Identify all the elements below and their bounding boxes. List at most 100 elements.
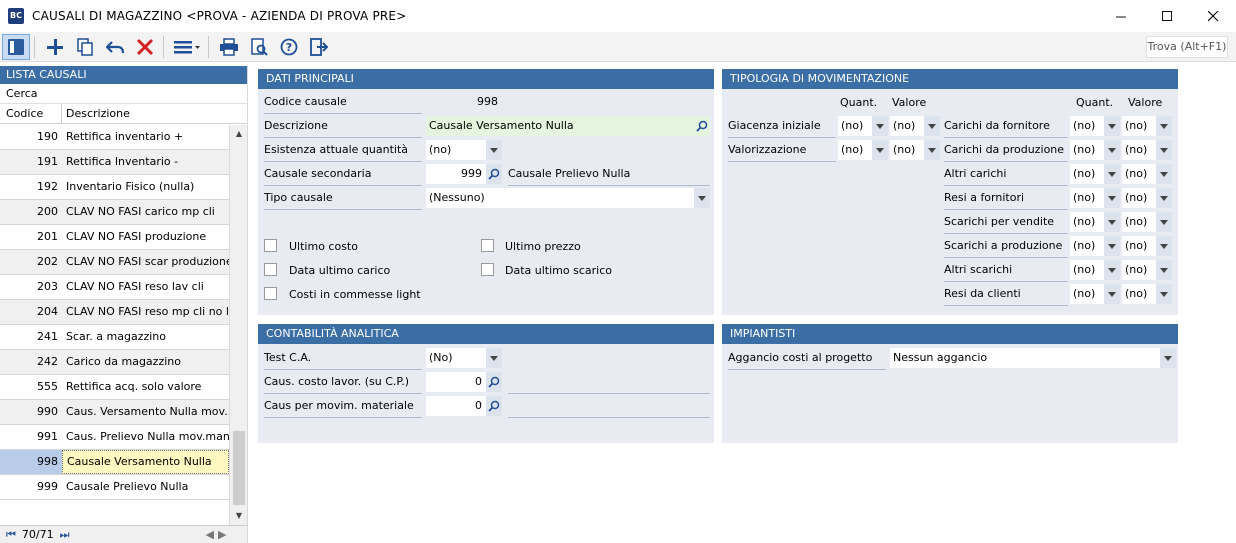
scroll-down-icon[interactable]: ▼ [230,507,248,525]
exit-button[interactable] [305,34,333,60]
tipo-causale-select[interactable]: (Nessuno) [426,188,694,208]
list-item[interactable]: 242 Carico da magazzino [0,350,229,375]
quant-select[interactable]: (no) [838,140,872,160]
caus-movim-search-button[interactable] [486,396,502,416]
esistenza-dropdown-icon[interactable] [486,140,502,160]
valore-dropdown-icon[interactable] [1156,164,1172,184]
list-item[interactable]: 192 Inventario Fisico (nulla) [0,175,229,200]
column-header-code[interactable]: Codice [0,104,62,123]
valore-select[interactable]: (no) [1122,212,1156,232]
minimize-button[interactable] [1098,0,1144,32]
valore-select[interactable]: (no) [1122,284,1156,304]
causale-secondaria-code-field[interactable]: 999 [426,164,486,184]
first-record-icon[interactable]: ⏮ [6,528,16,542]
valore-select[interactable]: (no) [1122,164,1156,184]
ultimo-costo-checkbox[interactable] [264,239,277,252]
costi-commesse-checkbox[interactable] [264,287,277,300]
aggancio-select[interactable]: Nessun aggancio [890,348,1160,368]
esistenza-select[interactable]: (no) [426,140,486,160]
menu-button[interactable] [170,34,204,60]
list-item[interactable]: 201 CLAV NO FASI produzione [0,225,229,250]
toggle-list-button[interactable] [2,33,30,60]
quant-dropdown-icon[interactable] [1104,236,1120,256]
duplicate-button[interactable] [71,34,99,60]
valore-select[interactable]: (no) [890,140,924,160]
caus-costo-field[interactable]: 0 [426,372,486,392]
list-item[interactable]: 191 Rettifica Inventario - [0,150,229,175]
quant-select[interactable]: (no) [1070,284,1104,304]
list-item[interactable]: 555 Rettifica acq. solo valore [0,375,229,400]
scroll-thumb[interactable] [233,431,245,505]
list-scrollbar[interactable]: ▲ ▼ [229,125,247,525]
list-item[interactable]: 998 Causale Versamento Nulla [0,450,229,475]
test-ca-select[interactable]: (No) [426,348,486,368]
caus-movim-field[interactable]: 0 [426,396,486,416]
quant-dropdown-icon[interactable] [872,116,888,136]
valore-dropdown-icon[interactable] [924,140,940,160]
quant-dropdown-icon[interactable] [1104,164,1120,184]
scroll-up-icon[interactable]: ▲ [230,125,248,143]
list-item[interactable]: 204 CLAV NO FASI reso mp cli no la [0,300,229,325]
list-item[interactable]: 241 Scar. a magazzino [0,325,229,350]
causale-secondaria-search-button[interactable] [486,164,502,184]
valore-dropdown-icon[interactable] [924,116,940,136]
valore-select[interactable]: (no) [1122,188,1156,208]
valore-select[interactable]: (no) [1122,236,1156,256]
new-button[interactable] [41,34,69,60]
valore-dropdown-icon[interactable] [1156,140,1172,160]
quant-dropdown-icon[interactable] [1104,284,1120,304]
valore-dropdown-icon[interactable] [1156,188,1172,208]
search-box[interactable]: Trova (Alt+F1) [1146,36,1228,58]
valore-select[interactable]: (no) [1122,116,1156,136]
data-ultimo-carico-checkbox[interactable] [264,263,277,276]
valore-dropdown-icon[interactable] [1156,260,1172,280]
valore-dropdown-icon[interactable] [1156,284,1172,304]
list-item[interactable]: 991 Caus. Prelievo Nulla mov.man [0,425,229,450]
quant-select[interactable]: (no) [1070,188,1104,208]
list-item[interactable]: 990 Caus. Versamento Nulla mov.... [0,400,229,425]
close-button[interactable] [1190,0,1236,32]
ultimo-prezzo-checkbox[interactable] [481,239,494,252]
column-header-description[interactable]: Descrizione [62,104,130,123]
valore-select[interactable]: (no) [1122,260,1156,280]
quant-dropdown-icon[interactable] [1104,188,1120,208]
scroll-left-icon[interactable]: ◀ [206,528,214,541]
maximize-button[interactable] [1144,0,1190,32]
list-item[interactable]: 190 Rettifica inventario + [0,125,229,150]
list-item[interactable]: 200 CLAV NO FASI carico mp cli [0,200,229,225]
undo-button[interactable] [101,34,129,60]
quant-select[interactable]: (no) [1070,212,1104,232]
delete-button[interactable] [131,34,159,60]
quant-dropdown-icon[interactable] [1104,116,1120,136]
list-search[interactable]: Cerca [0,84,247,104]
descrizione-search-button[interactable] [694,116,710,136]
valore-dropdown-icon[interactable] [1156,116,1172,136]
aggancio-dropdown-icon[interactable] [1160,348,1176,368]
quant-select[interactable]: (no) [1070,236,1104,256]
valore-select[interactable]: (no) [890,116,924,136]
descrizione-field[interactable]: Causale Versamento Nulla [426,116,694,136]
list-item[interactable]: 203 CLAV NO FASI reso lav cli [0,275,229,300]
quant-select[interactable]: (no) [1070,164,1104,184]
print-button[interactable] [215,34,243,60]
quant-dropdown-icon[interactable] [872,140,888,160]
caus-costo-search-button[interactable] [486,372,502,392]
list-item[interactable]: 999 Causale Prelievo Nulla [0,475,229,500]
quant-select[interactable]: (no) [838,116,872,136]
quant-select[interactable]: (no) [1070,116,1104,136]
tipo-causale-dropdown-icon[interactable] [694,188,710,208]
data-ultimo-scarico-checkbox[interactable] [481,263,494,276]
quant-select[interactable]: (no) [1070,260,1104,280]
valore-select[interactable]: (no) [1122,140,1156,160]
quant-dropdown-icon[interactable] [1104,260,1120,280]
list-item[interactable]: 202 CLAV NO FASI scar produzione [0,250,229,275]
valore-dropdown-icon[interactable] [1156,236,1172,256]
print-preview-button[interactable] [245,34,273,60]
scroll-right-icon[interactable]: ▶ [218,528,226,541]
test-ca-dropdown-icon[interactable] [486,348,502,368]
quant-select[interactable]: (no) [1070,140,1104,160]
quant-dropdown-icon[interactable] [1104,212,1120,232]
quant-dropdown-icon[interactable] [1104,140,1120,160]
help-button[interactable]: ? [275,34,303,60]
valore-dropdown-icon[interactable] [1156,212,1172,232]
